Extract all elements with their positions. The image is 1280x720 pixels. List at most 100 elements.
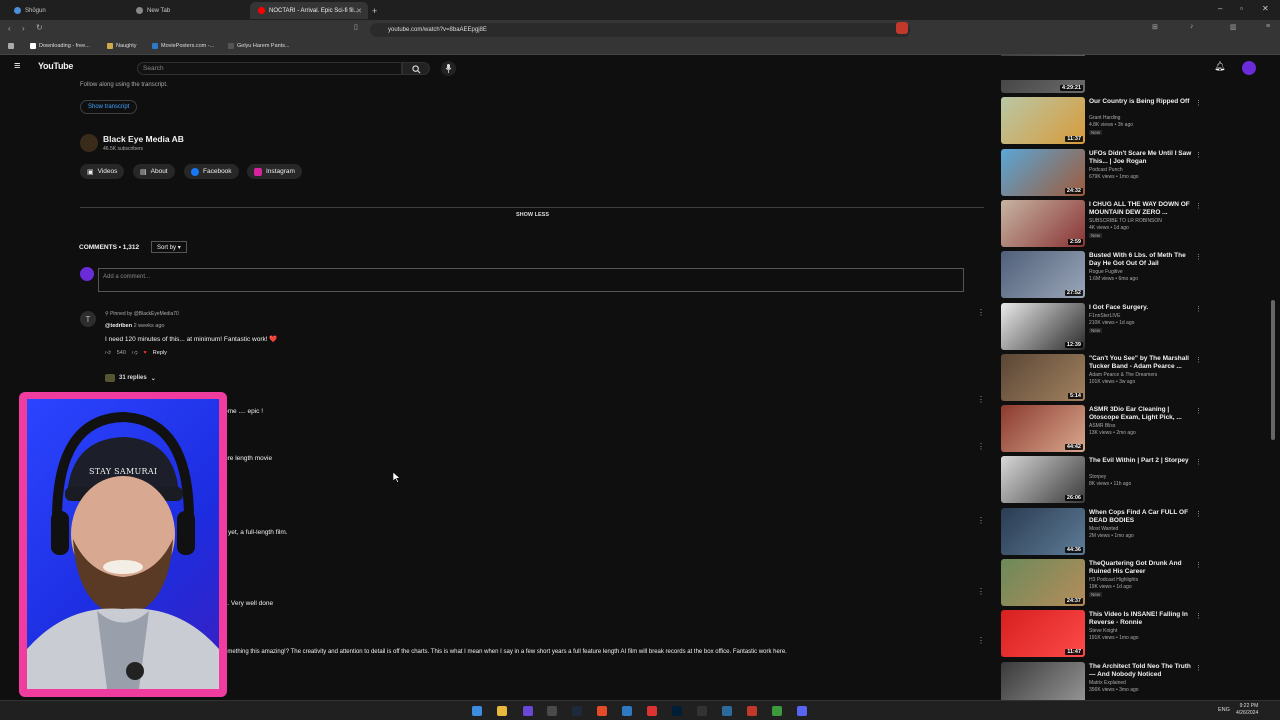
close-window-icon[interactable]: ✕ xyxy=(1262,4,1269,13)
start-icon[interactable] xyxy=(472,706,482,716)
more-options-icon[interactable]: ⋮ xyxy=(1195,253,1202,261)
more-options-icon[interactable]: ⋮ xyxy=(1195,458,1202,466)
app-icon[interactable] xyxy=(697,706,707,716)
page-scrollbar[interactable] xyxy=(1271,300,1275,440)
add-comment-input[interactable]: Add a comment... xyxy=(98,268,964,292)
video-title[interactable]: "Can't You See" by The Marshall Tucker B… xyxy=(1089,355,1197,371)
more-options-icon[interactable]: ⋮ xyxy=(1195,202,1202,210)
bookmark-icon[interactable]: ▯ xyxy=(354,23,358,31)
avatar[interactable] xyxy=(1242,61,1256,75)
sidebar-icon[interactable]: ▥ xyxy=(1230,23,1237,31)
channel-facebook-button[interactable]: Facebook xyxy=(184,164,239,179)
comment-more-icon[interactable]: ⋮ xyxy=(977,442,985,451)
bookmark-naughty[interactable]: Naughty xyxy=(107,43,137,49)
reload-icon[interactable]: ↻ xyxy=(36,23,43,32)
comment-more-icon[interactable]: ⋮ xyxy=(977,308,985,317)
video-thumbnail[interactable]: 27:52 xyxy=(1001,251,1085,298)
video-channel[interactable]: F1nnSterLIVE xyxy=(1089,313,1120,319)
recommendation-card[interactable]: 11:47 This Video Is INSANE! Falling In Re… xyxy=(1001,610,1211,660)
video-thumbnail[interactable]: 5:14 xyxy=(1001,354,1085,401)
video-title[interactable]: Our Country is Being Ripped Off xyxy=(1089,98,1197,106)
tab-noctari[interactable]: NOCTARI - Arrival. Epic Sci-fi fil... ✕ xyxy=(250,2,368,19)
more-options-icon[interactable]: ⋮ xyxy=(1195,151,1202,159)
video-title[interactable]: This Video Is INSANE! Falling In Reverse… xyxy=(1089,611,1197,627)
url-field[interactable]: youtube.com/watch?v=8baAEEpgj8E xyxy=(370,23,910,37)
steam-icon[interactable] xyxy=(572,706,582,716)
video-title[interactable]: TheQuartering Got Drunk And Ruined His C… xyxy=(1089,560,1197,576)
video-thumbnail[interactable]: 26:06 xyxy=(1001,456,1085,503)
forward-icon[interactable]: › xyxy=(22,24,25,33)
video-channel[interactable]: SUBSCRIBE TO LR ROBINSON xyxy=(1089,218,1162,224)
brave-shield-icon[interactable] xyxy=(896,22,908,34)
discord-icon[interactable] xyxy=(797,706,807,716)
comment-more-icon[interactable]: ⋮ xyxy=(977,395,985,404)
browser-icon[interactable] xyxy=(597,706,607,716)
video-thumbnail[interactable]: 44:36 xyxy=(1001,508,1085,555)
replies-toggle[interactable]: 31 replies ⌄ xyxy=(105,374,156,382)
video-channel[interactable]: Rogue Fugitive xyxy=(1089,269,1123,275)
tab-new-tab[interactable]: New Tab xyxy=(128,2,248,19)
maximize-icon[interactable]: ▫ xyxy=(1240,4,1243,13)
video-channel[interactable]: Most Wanted xyxy=(1089,526,1118,532)
channel-instagram-button[interactable]: Instagram xyxy=(247,164,302,179)
voice-search-button[interactable] xyxy=(441,61,456,76)
app-icon[interactable] xyxy=(647,706,657,716)
channel-videos-button[interactable]: ▣ Videos xyxy=(80,164,125,179)
show-less-button[interactable]: SHOW LESS xyxy=(516,212,549,218)
app-icon[interactable] xyxy=(622,706,632,716)
more-options-icon[interactable]: ⋮ xyxy=(1195,510,1202,518)
recommendation-card[interactable]: 12:39 I Got Face Surgery. F1nnSterLIVE 210K… xyxy=(1001,303,1211,353)
comment-author[interactable]: @tedriben xyxy=(105,323,132,329)
comment-more-icon[interactable]: ⋮ xyxy=(977,636,985,645)
back-icon[interactable]: ‹ xyxy=(8,24,11,33)
recommendation-card[interactable]: 24:32 UFOs Didn't Scare Me Until I Saw Th… xyxy=(1001,149,1211,199)
recommendation-card[interactable]: 2:59 I CHUG ALL THE WAY DOWN OF MOUNTAIN … xyxy=(1001,200,1211,250)
video-title[interactable]: Busted With 6 Lbs. of Meth The Day He Go… xyxy=(1089,252,1197,268)
recommendation-card[interactable]: 5:14 "Can't You See" by The Marshall Tuck… xyxy=(1001,354,1211,404)
video-channel[interactable]: H3 Podcast Highlights xyxy=(1089,577,1138,583)
file-explorer-icon[interactable] xyxy=(497,706,507,716)
video-channel[interactable]: Grant Harding xyxy=(1089,115,1120,121)
more-options-icon[interactable]: ⋮ xyxy=(1195,612,1202,620)
more-options-icon[interactable]: ⋮ xyxy=(1195,407,1202,415)
dislike-icon[interactable]: 👎︎ xyxy=(132,350,138,356)
video-channel[interactable]: Storpey xyxy=(1089,474,1106,480)
video-channel[interactable]: Steve Knight xyxy=(1089,628,1117,634)
channel-avatar[interactable] xyxy=(80,134,98,152)
more-options-icon[interactable]: ⋮ xyxy=(1195,561,1202,569)
new-tab-button[interactable]: + xyxy=(370,2,384,19)
clock[interactable]: 9:22 PM 4/26/2024 xyxy=(1236,703,1258,717)
bookmark-movieposters[interactable]: MoviePosters.com -... xyxy=(152,43,214,49)
photoshop-icon[interactable] xyxy=(672,706,682,716)
video-thumbnail[interactable]: 11:37 xyxy=(1001,97,1085,144)
search-input[interactable]: Search xyxy=(137,62,402,75)
app-icon[interactable] xyxy=(547,706,557,716)
video-thumbnail[interactable]: 24:37 xyxy=(1001,559,1085,606)
more-options-icon[interactable]: ⋮ xyxy=(1195,356,1202,364)
video-title[interactable]: I Got Face Surgery. xyxy=(1089,304,1197,312)
video-title[interactable]: When Cops Find A Car FULL OF DEAD BODIES xyxy=(1089,509,1197,525)
apps-icon[interactable] xyxy=(8,43,14,49)
search-button[interactable] xyxy=(402,62,430,75)
youtube-logo[interactable]: YouTube xyxy=(38,61,74,75)
video-title[interactable]: I CHUG ALL THE WAY DOWN OF MOUNTAIN DEW … xyxy=(1089,201,1197,217)
video-thumbnail[interactable]: 11:47 xyxy=(1001,610,1085,657)
bookmark-gelyu[interactable]: Gelyu Harem Pants... xyxy=(228,43,290,49)
video-channel[interactable]: Podcast Punch xyxy=(1089,167,1123,173)
video-thumbnail[interactable]: 24:32 xyxy=(1001,149,1085,196)
more-options-icon[interactable]: ⋮ xyxy=(1195,664,1202,672)
bookmark-downloading[interactable]: Downloading - free... xyxy=(30,43,90,49)
recommendation-card[interactable]: 11:37 Our Country is Being Ripped Off Gran… xyxy=(1001,97,1211,147)
video-title[interactable]: The Evil Within | Part 2 | Storpey xyxy=(1089,457,1197,465)
app-icon[interactable] xyxy=(523,706,533,716)
close-tab-icon[interactable]: ✕ xyxy=(356,7,362,15)
comment-more-icon[interactable]: ⋮ xyxy=(977,516,985,525)
language-indicator[interactable]: ENG xyxy=(1218,707,1230,713)
app-icon[interactable] xyxy=(722,706,732,716)
sort-by-button[interactable]: Sort by ▾ xyxy=(151,241,187,253)
app-icon[interactable] xyxy=(747,706,757,716)
more-options-icon[interactable]: ⋮ xyxy=(1195,99,1202,107)
tab-shogun[interactable]: Shōgun xyxy=(6,2,126,19)
recommendation-card[interactable]: 26:06 The Evil Within | Part 2 | Storpey S… xyxy=(1001,456,1211,506)
video-channel[interactable]: Adam Pearce & The Dreamers xyxy=(1089,372,1157,378)
